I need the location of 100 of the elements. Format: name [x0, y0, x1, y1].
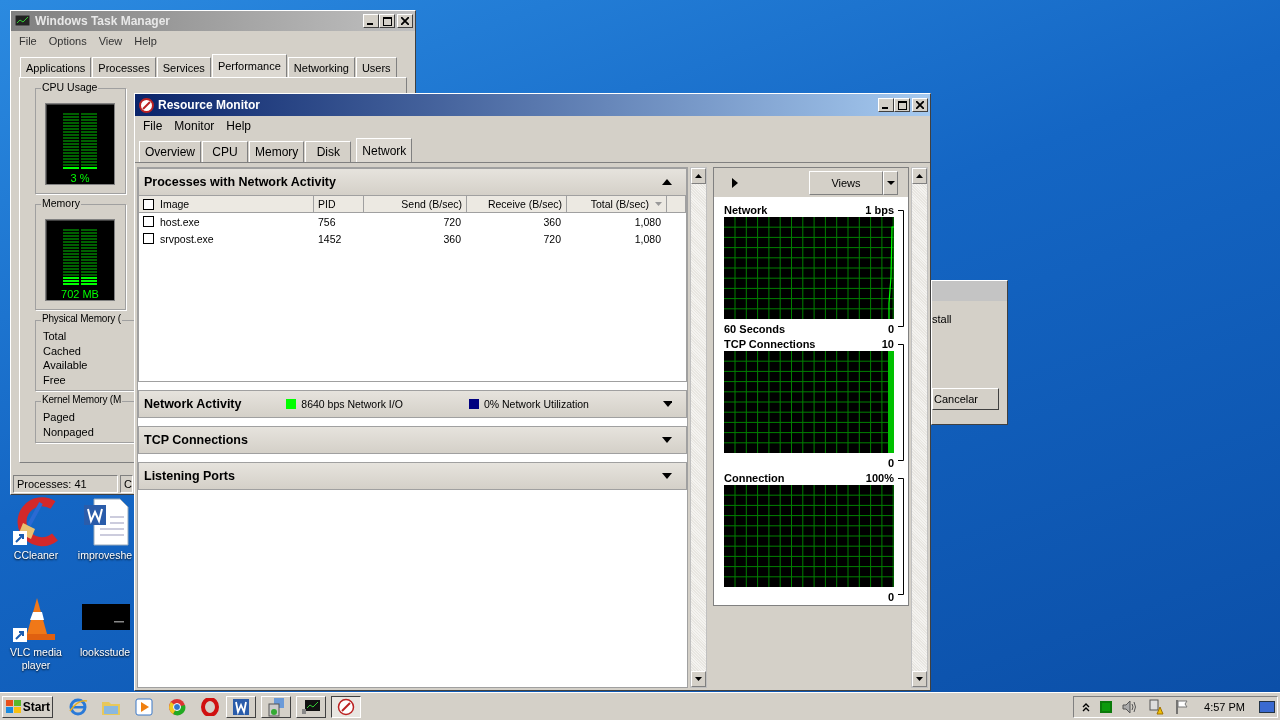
dialog-text: stall — [932, 313, 953, 325]
menu-item[interactable]: Options — [42, 35, 93, 47]
window-title: Windows Task Manager — [35, 14, 172, 28]
monitor-icon — [301, 698, 321, 715]
tab[interactable]: Users — [355, 57, 397, 77]
browser-icon[interactable] — [168, 697, 186, 716]
scroll-up-icon[interactable] — [916, 174, 923, 178]
tab[interactable]: Memory — [249, 141, 305, 162]
column-header[interactable]: Total (B/sec) — [567, 196, 667, 212]
tab[interactable]: Services — [156, 57, 211, 77]
group-label: Physical Memory ( — [41, 313, 122, 324]
menu-item[interactable]: File — [13, 35, 43, 47]
group-label: Kernel Memory (M — [41, 394, 123, 405]
network-icon[interactable] — [1148, 698, 1165, 715]
tab[interactable]: Disk — [305, 141, 352, 162]
cancel-button[interactable]: Cancelar — [932, 388, 999, 410]
table-cell: 360 — [443, 232, 461, 245]
ring-icon[interactable] — [201, 697, 219, 716]
menu-item[interactable]: Help — [128, 35, 163, 47]
scale-max: 1 bps — [865, 204, 894, 216]
stat-label: Paged — [43, 410, 76, 425]
graph-title: Network — [724, 204, 768, 216]
taskbar-button[interactable] — [331, 695, 361, 718]
table-cell: 1,080 — [634, 232, 661, 245]
graph-footer: 60 Seconds — [724, 323, 786, 335]
graph-title: Connection — [724, 472, 785, 484]
scrollbar[interactable] — [911, 167, 928, 688]
desktop-icon-label[interactable]: looksstude — [79, 646, 131, 659]
expand-icon[interactable] — [662, 400, 672, 408]
desktop-icon-label[interactable]: CCleaner — [13, 549, 59, 562]
column-header[interactable]: Image — [139, 196, 314, 212]
menu-item[interactable]: File — [137, 119, 169, 133]
tab[interactable]: Performance — [211, 54, 287, 77]
stat-label: Cached — [43, 343, 82, 358]
minimize-button[interactable] — [363, 14, 379, 28]
section-header[interactable]: TCP Connections — [138, 426, 687, 454]
tab[interactable]: Network — [356, 138, 413, 162]
tab[interactable]: CPU — [202, 141, 248, 162]
document-icon — [232, 697, 250, 716]
maximize-button[interactable] — [379, 14, 395, 28]
tab[interactable]: Applications — [20, 57, 92, 77]
start-button[interactable]: Start — [2, 695, 53, 718]
dropdown-button[interactable] — [883, 170, 898, 195]
expand-icon[interactable] — [662, 436, 672, 444]
maximize-button[interactable] — [894, 98, 910, 112]
table-cell: 360 — [543, 215, 561, 228]
speaker-icon[interactable] — [1122, 699, 1139, 714]
show-desktop-icon[interactable] — [1259, 699, 1275, 714]
scroll-down-icon[interactable] — [695, 677, 702, 681]
menu-item[interactable]: Monitor — [168, 119, 221, 133]
checkbox[interactable] — [143, 198, 154, 210]
menu-item[interactable]: Help — [220, 119, 258, 133]
menu-item[interactable]: View — [92, 35, 129, 47]
maximize-icon — [382, 16, 392, 26]
tab[interactable]: Processes — [92, 57, 156, 77]
column-header[interactable]: Send (B/sec) — [364, 196, 467, 212]
table-cell: host.exe — [160, 215, 200, 228]
section-header[interactable]: Listening Ports — [138, 462, 687, 490]
desktop-icon-label[interactable]: VLC media player — [7, 646, 65, 672]
legend-label: 8640 bps Network I/O — [301, 398, 403, 410]
tab[interactable]: Networking — [287, 57, 355, 77]
section-header[interactable]: Processes with Network Activity — [138, 168, 687, 196]
flag-icon[interactable] — [1174, 698, 1191, 715]
chevron-icon[interactable] — [1082, 701, 1091, 712]
table-cell: 1452 — [318, 232, 342, 245]
play-icon[interactable] — [732, 177, 738, 188]
desktop-icon-label[interactable]: improveshe — [77, 549, 133, 562]
column-header[interactable]: Receive (B/sec) — [467, 196, 567, 212]
gauge-icon — [337, 697, 355, 716]
maximize-icon — [897, 100, 907, 110]
section-header[interactable]: Network Activity 8640 bps Network I/O 0% Network Utilization — [138, 390, 687, 418]
meter-reading: 3 % — [70, 172, 90, 184]
stat-label: Total — [43, 329, 68, 344]
browser-icon[interactable] — [68, 696, 88, 717]
table-cell: 720 — [543, 232, 561, 245]
broom-icon[interactable] — [11, 497, 61, 547]
close-icon — [401, 17, 409, 25]
clock[interactable]: 4:57 PM — [1204, 700, 1245, 713]
expand-icon[interactable] — [662, 472, 672, 480]
table-cell: 1,080 — [634, 215, 661, 228]
checkbox[interactable] — [143, 233, 154, 244]
scale-max: 10 — [881, 338, 894, 350]
column-header[interactable]: PID — [314, 196, 364, 212]
views-button[interactable]: Views — [809, 170, 883, 195]
stat-label: Available — [43, 358, 89, 373]
close-button[interactable] — [397, 14, 413, 28]
scroll-up-icon[interactable] — [695, 174, 702, 178]
meter-reading: 702 MB — [61, 288, 99, 300]
scrollbar[interactable] — [690, 167, 707, 688]
stat-label: Nonpaged — [43, 424, 95, 439]
installer-icon — [266, 696, 286, 717]
meter-icon[interactable] — [1100, 700, 1113, 713]
collapse-icon[interactable] — [662, 178, 672, 186]
scale-min: 0 — [887, 323, 894, 335]
tab[interactable]: Overview — [139, 141, 201, 162]
table-cell: srvpost.exe — [160, 232, 214, 245]
close-button[interactable] — [912, 98, 928, 112]
scroll-down-icon[interactable] — [916, 677, 923, 681]
checkbox[interactable] — [143, 216, 154, 227]
minimize-button[interactable] — [878, 98, 894, 112]
